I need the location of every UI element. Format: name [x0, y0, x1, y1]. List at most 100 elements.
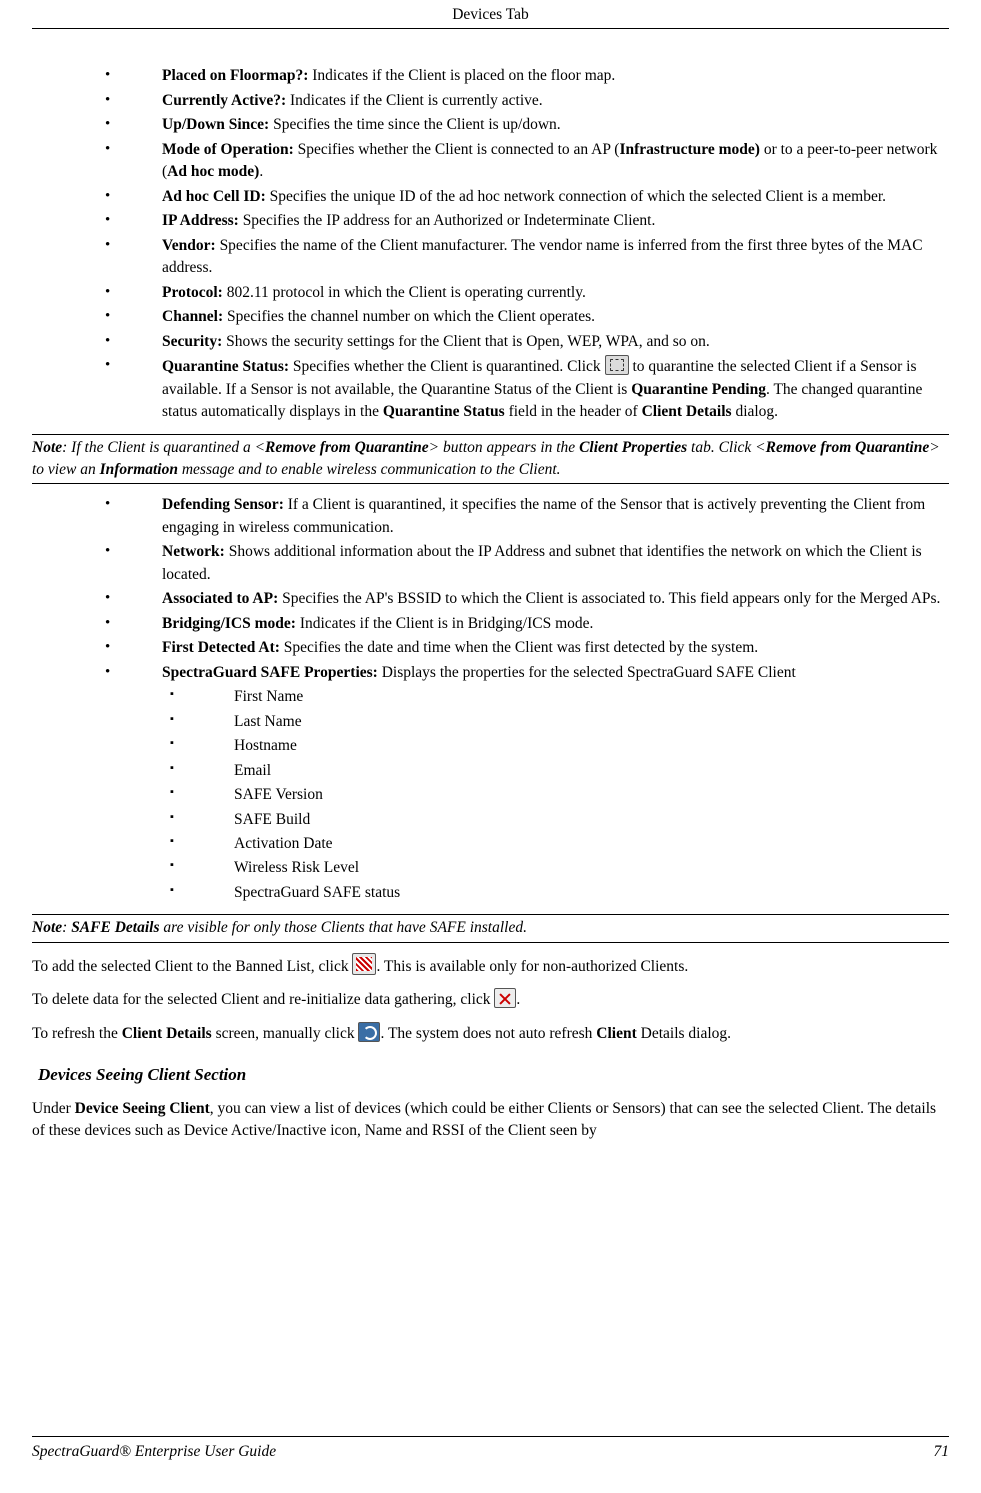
item-label: Channel: [162, 308, 223, 325]
properties-list-2: Defending Sensor: If a Client is quarant… [32, 494, 949, 904]
list-item: Hostname [162, 735, 949, 757]
quarantine-icon[interactable] [605, 355, 629, 375]
t: field in the header of [505, 403, 642, 420]
para-delete: To delete data for the selected Client a… [32, 988, 949, 1011]
t: : [62, 919, 71, 936]
item-text: Specifies the AP's BSSID to which the Cl… [278, 590, 940, 607]
list-item: SpectraGuard SAFE status [162, 882, 949, 904]
list-item: IP Address: Specifies the IP address for… [32, 210, 949, 232]
properties-list-1: Placed on Floormap?: Indicates if the Cl… [32, 65, 949, 423]
t: Quarantine Pending [631, 381, 766, 398]
t: tab. Click < [687, 439, 765, 456]
footer-title: SpectraGuard® Enterprise User Guide [32, 1441, 276, 1463]
t: To delete data for the selected Client a… [32, 991, 494, 1008]
note-lead: Note [32, 919, 62, 936]
item-label: Network: [162, 543, 225, 560]
page-footer: SpectraGuard® Enterprise User Guide 71 [32, 1436, 949, 1463]
para-refresh: To refresh the Client Details screen, ma… [32, 1022, 949, 1045]
item-text: Specifies the date and time when the Cli… [280, 639, 758, 656]
t: SpectraGuard SAFE status [234, 884, 400, 901]
list-item: Email [162, 760, 949, 782]
t: are visible for only those Clients that … [159, 919, 527, 936]
t: . [516, 991, 520, 1008]
item-label: Quarantine Status: [162, 358, 289, 375]
item-label: First Detected At: [162, 639, 280, 656]
item-text: Specifies the unique ID of the ad hoc ne… [266, 188, 886, 205]
t: Details dialog. [637, 1025, 731, 1042]
list-item: Bridging/ICS mode: Indicates if the Clie… [32, 613, 949, 635]
item-label: Defending Sensor: [162, 496, 284, 513]
t: . This is available only for non-authori… [376, 958, 688, 975]
refresh-icon[interactable] [358, 1022, 380, 1042]
list-item: Quarantine Status: Specifies whether the… [32, 355, 949, 423]
t: To add the selected Client to the Banned… [32, 958, 352, 975]
list-item: Associated to AP: Specifies the AP's BSS… [32, 588, 949, 610]
safe-properties-sublist: First Name Last Name Hostname Email SAFE… [162, 686, 949, 904]
t: > button appears in the [429, 439, 579, 456]
item-label: Currently Active?: [162, 92, 286, 109]
list-item: Defending Sensor: If a Client is quarant… [32, 494, 949, 539]
item-label: Vendor: [162, 237, 216, 254]
note-safe: Note: SAFE Details are visible for only … [32, 914, 949, 942]
t: To refresh the [32, 1025, 122, 1042]
t: SAFE Details [71, 919, 159, 936]
t: message and to enable wireless communica… [178, 461, 561, 478]
list-item: Activation Date [162, 833, 949, 855]
add-to-banned-icon[interactable] [352, 953, 376, 975]
t: Infrastructure mode) [619, 141, 759, 158]
list-item: Channel: Specifies the channel number on… [32, 306, 949, 328]
t: Quarantine Status [383, 403, 505, 420]
list-item: Up/Down Since: Specifies the time since … [32, 114, 949, 136]
item-label: Up/Down Since: [162, 116, 269, 133]
item-label: Security: [162, 333, 222, 350]
t: Email [234, 762, 271, 779]
t: . [259, 163, 263, 180]
item-text: Displays the properties for the selected… [378, 664, 796, 681]
t: Ad hoc mode) [167, 163, 259, 180]
item-text: Indicates if the Client is in Bridging/I… [296, 615, 593, 632]
list-item: First Name [162, 686, 949, 708]
item-label: SpectraGuard SAFE Properties: [162, 664, 378, 681]
t: . The system does not auto refresh [380, 1025, 596, 1042]
t: Under [32, 1100, 75, 1117]
list-item: Wireless Risk Level [162, 857, 949, 879]
item-text: 802.11 protocol in which the Client is o… [223, 284, 586, 301]
item-text: Specifies the channel number on which th… [223, 308, 595, 325]
t: Client Properties [579, 439, 687, 456]
item-text: Specifies the time since the Client is u… [269, 116, 560, 133]
t: Specifies whether the Client is connecte… [294, 141, 620, 158]
t: screen, manually click [212, 1025, 359, 1042]
t: Activation Date [234, 835, 333, 852]
note-quarantine: Note: If the Client is quarantined a <Re… [32, 434, 949, 485]
t: Information [100, 461, 178, 478]
delete-data-icon[interactable] [494, 988, 516, 1008]
list-item: Currently Active?: Indicates if the Clie… [32, 90, 949, 112]
list-item: Placed on Floormap?: Indicates if the Cl… [32, 65, 949, 87]
list-item: Vendor: Specifies the name of the Client… [32, 235, 949, 280]
item-label: IP Address: [162, 212, 239, 229]
t: Hostname [234, 737, 297, 754]
t: Specifies whether the Client is quaranti… [289, 358, 605, 375]
t: dialog. [732, 403, 779, 420]
list-item: SpectraGuard SAFE Properties: Displays t… [32, 662, 949, 905]
item-label: Bridging/ICS mode: [162, 615, 296, 632]
t: Wireless Risk Level [234, 859, 359, 876]
para-banned: To add the selected Client to the Banned… [32, 953, 949, 978]
t: Client Details [122, 1025, 212, 1042]
item-text: Indicates if the Client is currently act… [286, 92, 543, 109]
t: First Name [234, 688, 303, 705]
t: Last Name [234, 713, 302, 730]
t: SAFE Version [234, 786, 323, 803]
note-lead: Note [32, 439, 62, 456]
item-label: Mode of Operation: [162, 141, 294, 158]
item-text: Shows the security settings for the Clie… [222, 333, 710, 350]
t: Remove from Quarantine [265, 439, 429, 456]
list-item: Ad hoc Cell ID: Specifies the unique ID … [32, 186, 949, 208]
list-item: Mode of Operation: Specifies whether the… [32, 139, 949, 184]
item-label: Ad hoc Cell ID: [162, 188, 266, 205]
item-text: Indicates if the Client is placed on the… [308, 67, 615, 84]
list-item: Last Name [162, 711, 949, 733]
t: Client Details [642, 403, 732, 420]
t: : If the Client is quarantined a < [62, 439, 265, 456]
para-devices-seeing: Under Device Seeing Client, you can view… [32, 1098, 949, 1143]
